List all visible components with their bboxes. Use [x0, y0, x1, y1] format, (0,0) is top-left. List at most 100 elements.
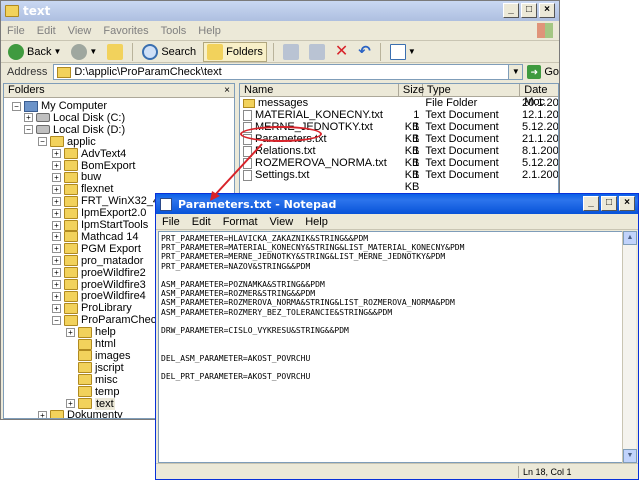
explorer-title-bar[interactable]: text _ □ ×	[1, 1, 559, 21]
collapse-icon[interactable]: −	[38, 137, 47, 147]
expand-icon[interactable]: +	[52, 149, 61, 159]
tree-item[interactable]: + PGM Export	[52, 243, 141, 255]
expand-icon[interactable]: +	[52, 256, 61, 266]
expand-icon[interactable]: +	[66, 327, 75, 337]
tree-item[interactable]: + text	[66, 397, 115, 410]
expand-icon[interactable]: +	[52, 184, 61, 194]
expand-icon[interactable]: +	[66, 399, 75, 408]
expand-icon[interactable]: +	[52, 268, 61, 278]
menu-tools[interactable]: Tools	[155, 25, 193, 37]
file-name-cell: messages	[240, 97, 396, 109]
expand-icon[interactable]: +	[52, 232, 61, 242]
tree-item[interactable]: + Mathcad 14	[52, 231, 138, 243]
menu-edit[interactable]: Edit	[31, 25, 62, 37]
tree-item[interactable]: + proeWildfire3	[52, 279, 146, 291]
collapse-icon[interactable]: −	[12, 101, 21, 111]
column-size[interactable]: Size	[399, 84, 424, 96]
expand-icon[interactable]: +	[52, 208, 61, 218]
tree-item[interactable]: images	[66, 350, 130, 362]
notepad-text-area[interactable]: PRT_PARAMETER=HLAVICKA_ZAKAZNIK&STRING&&…	[158, 231, 623, 463]
scroll-down-button[interactable]: ▼	[623, 449, 637, 463]
tree-item[interactable]: − applic	[38, 136, 96, 148]
file-row[interactable]: MATERIAL_KONECNY.txt 1 KB Text Document 12.…	[240, 109, 558, 133]
expand-icon[interactable]: +	[52, 303, 61, 313]
maximize-button[interactable]: □	[601, 196, 617, 211]
tree-item[interactable]: + proeWildfire2	[52, 267, 146, 279]
file-name: messages	[258, 97, 309, 109]
menu-help[interactable]: Help	[192, 25, 227, 37]
forward-button[interactable]: ▼	[68, 42, 100, 62]
file-row[interactable]: Relations.txt 1 KB Text Document 8.1.2009	[240, 145, 558, 169]
tree-item[interactable]: html	[66, 338, 116, 350]
undo-button[interactable]: ↶	[355, 42, 374, 62]
tree-item[interactable]: + pro_matador	[52, 255, 143, 267]
column-type[interactable]: Type	[423, 84, 521, 96]
menu-favorites[interactable]: Favorites	[97, 25, 154, 37]
minimize-button[interactable]: _	[583, 196, 599, 211]
expand-icon[interactable]: +	[52, 280, 61, 289]
folder-icon	[78, 350, 92, 362]
expand-icon[interactable]: +	[52, 220, 61, 230]
menu-help[interactable]: Help	[299, 216, 334, 228]
expand-icon[interactable]: +	[52, 196, 61, 206]
copy-to-button[interactable]	[306, 42, 328, 62]
minimize-button[interactable]: _	[503, 3, 519, 18]
move-to-button[interactable]	[280, 42, 302, 62]
expand-icon[interactable]: +	[52, 244, 61, 254]
collapse-icon[interactable]: −	[52, 315, 61, 325]
tree-item[interactable]: + proeWildfire4	[52, 290, 146, 302]
tree-item[interactable]: + Local Disk (C:)	[24, 112, 125, 124]
tree-item[interactable]: + buw	[52, 171, 101, 183]
tree-item[interactable]: − Local Disk (D:)	[24, 124, 125, 136]
close-button[interactable]: ×	[619, 196, 635, 211]
tree-item[interactable]: + Dokumenty	[38, 409, 123, 418]
file-row[interactable]: ROZMEROVA_NORMA.txt 1 KB Text Document 5.12…	[240, 157, 558, 181]
tree-item[interactable]: + help	[66, 326, 116, 338]
views-button[interactable]: ▼	[387, 42, 419, 62]
column-date[interactable]: Date Moc	[520, 84, 558, 108]
menu-edit[interactable]: Edit	[186, 216, 217, 228]
menu-view[interactable]: View	[62, 25, 98, 37]
menu-view[interactable]: View	[264, 216, 300, 228]
collapse-icon[interactable]: −	[24, 125, 33, 135]
tree-item[interactable]: + BomExport	[52, 160, 135, 172]
menu-file[interactable]: File	[156, 216, 186, 228]
vertical-scrollbar[interactable]: ▲ ▼	[622, 231, 637, 463]
expand-icon[interactable]: +	[52, 291, 61, 301]
expand-icon[interactable]: +	[52, 161, 61, 170]
tree-item[interactable]: misc	[66, 374, 118, 386]
tree-item[interactable]: temp	[66, 386, 119, 398]
file-row[interactable]: Settings.txt 1 KB Text Document 2.1.2009	[240, 169, 558, 193]
tree-item[interactable]: + flexnet	[52, 183, 113, 195]
folders-button[interactable]: Folders	[203, 41, 267, 62]
delete-button[interactable]: ✕	[332, 42, 351, 62]
address-dropdown-button[interactable]: ▼	[508, 65, 523, 79]
close-pane-icon[interactable]: ×	[224, 84, 230, 97]
tree-item[interactable]: + AdvText4	[52, 148, 126, 160]
file-row[interactable]: messages File Folder 20.1.200	[240, 97, 558, 109]
tree-item[interactable]: + ProLibrary	[52, 302, 132, 314]
menu-format[interactable]: Format	[217, 216, 264, 228]
tree-item[interactable]: + IpmStartTools	[52, 219, 148, 231]
tree-item[interactable]: jscript	[66, 362, 124, 374]
close-button[interactable]: ×	[539, 3, 555, 18]
search-button[interactable]: Search	[139, 42, 199, 62]
maximize-button[interactable]: □	[521, 3, 537, 18]
column-name[interactable]: Name	[240, 84, 399, 96]
drive-icon	[36, 113, 50, 123]
notepad-title-bar[interactable]: Parameters.txt - Notepad _ □ ×	[156, 194, 638, 214]
go-button[interactable]: ➜ Go	[527, 65, 559, 79]
tree-item[interactable]: − ProParamCheck	[52, 314, 162, 326]
tree-item[interactable]: + IpmExport2.0	[52, 207, 146, 219]
up-folder-button[interactable]	[104, 42, 126, 62]
expand-icon[interactable]: +	[24, 113, 33, 123]
scroll-up-button[interactable]: ▲	[623, 231, 637, 245]
tree-item[interactable]: − My Computer	[12, 100, 107, 112]
back-label: Back	[27, 45, 52, 58]
expand-icon[interactable]: +	[52, 172, 61, 182]
address-input[interactable]: D:\applic\ProParamCheck\text ▼	[53, 64, 524, 80]
expand-icon[interactable]: +	[38, 410, 47, 418]
tree-item-label: pro_matador	[81, 254, 144, 267]
menu-file[interactable]: File	[1, 25, 31, 37]
back-button[interactable]: Back ▼	[5, 42, 64, 62]
